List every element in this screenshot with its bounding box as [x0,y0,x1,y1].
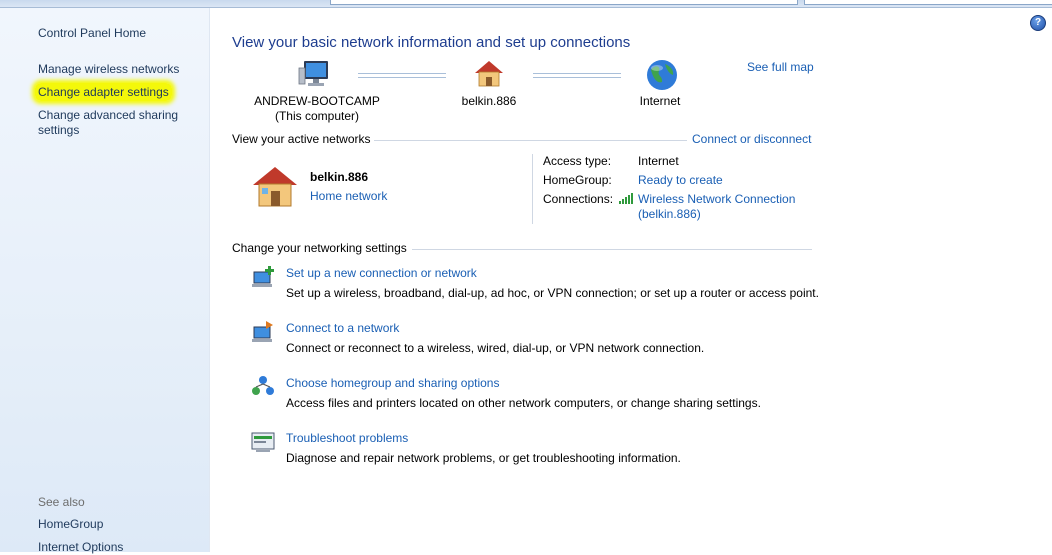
divider [412,249,812,250]
connect-or-disconnect-link[interactable]: Connect or disconnect [692,132,811,146]
access-type-value: Internet [638,154,679,168]
connection-line [358,73,446,78]
connection-name: Wireless Network Connection [638,192,796,206]
homegroup-label: HomeGroup: [543,173,612,187]
homegroup-sharing-desc: Access files and printers located on oth… [286,396,761,410]
network-type-link[interactable]: Home network [310,189,387,203]
homegroup-sharing-link[interactable]: Choose homegroup and sharing options [286,376,499,390]
computer-icon [298,61,328,86]
troubleshoot-desc: Diagnose and repair network problems, or… [286,451,681,465]
connections-label: Connections: [543,192,614,206]
see-also-label: See also [38,495,85,509]
setup-connection-link[interactable]: Set up a new connection or network [286,266,477,280]
sidebar-link-line1: Change advanced sharing [38,108,179,122]
globe-icon [647,60,677,90]
connect-network-link[interactable]: Connect to a network [286,321,399,335]
settings-heading: Change your networking settings [232,241,407,255]
sidebar-change-adapter-settings[interactable]: Change adapter settings [35,83,172,101]
access-type-label: Access type: [543,154,612,168]
computer-subtitle: (This computer) [274,109,360,123]
internet-label: Internet [639,94,681,108]
see-full-map-link[interactable]: See full map [747,60,814,74]
sidebar-internet-options[interactable]: Internet Options [38,540,123,555]
help-icon[interactable]: ? [1030,15,1046,31]
router-label: belkin.886 [461,94,517,108]
wireless-connection-link[interactable]: Wireless Network Connection (belkin.886) [638,192,795,222]
address-bar[interactable] [330,0,798,5]
sidebar-homegroup[interactable]: HomeGroup [38,517,103,532]
new-connection-icon [252,266,274,287]
computer-name: ANDREW-BOOTCAMP [254,94,380,108]
connection-ssid: (belkin.886) [638,207,701,221]
sidebar-manage-wireless-networks[interactable]: Manage wireless networks [38,62,179,77]
troubleshoot-icon [251,432,275,452]
network-name: belkin.886 [310,170,369,184]
page-title: View your basic network information and … [232,34,631,51]
computer-label: ANDREW-BOOTCAMP (This computer) [240,94,394,124]
window-top-bar [0,0,1052,8]
signal-bars-icon [619,193,633,204]
sidebar-control-panel-home[interactable]: Control Panel Home [38,26,146,41]
sidebar-change-advanced-sharing-settings[interactable]: Change advanced sharing settings [38,108,178,138]
homegroup-link[interactable]: Ready to create [638,173,723,187]
connection-line [533,73,621,78]
search-box[interactable] [804,0,1052,5]
troubleshoot-link[interactable]: Troubleshoot problems [286,431,408,445]
house-icon [253,167,297,207]
connect-network-icon [252,321,273,342]
highlighted-label: Change adapter settings [35,83,172,101]
house-icon [475,61,503,87]
connect-network-desc: Connect or reconnect to a wireless, wire… [286,341,705,355]
vertical-divider [532,154,533,224]
setup-connection-desc: Set up a wireless, broadband, dial-up, a… [286,286,819,300]
sidebar-link-line2: settings [38,123,80,137]
active-networks-heading: View your active networks [232,132,371,146]
divider [374,140,687,141]
homegroup-icon [252,376,274,395]
